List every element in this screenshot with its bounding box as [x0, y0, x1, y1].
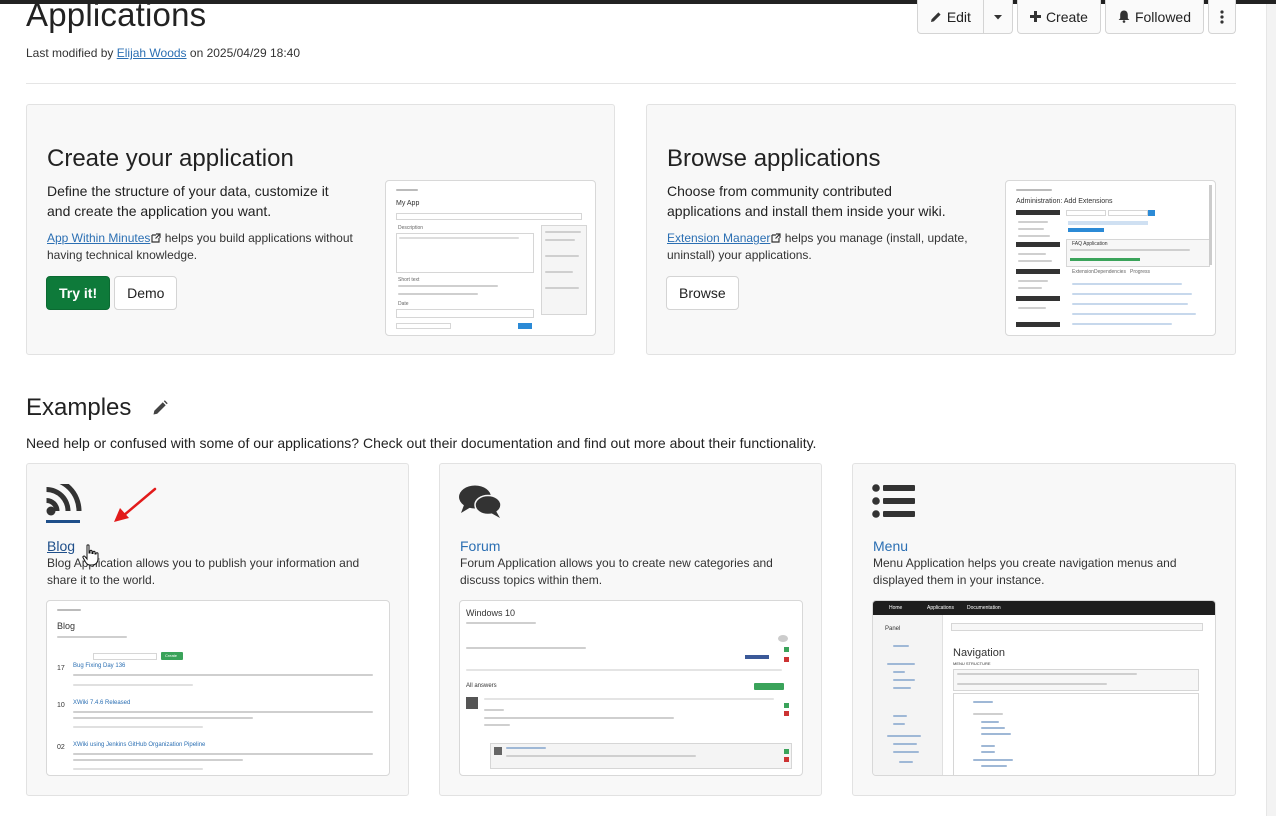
- comments-icon: [459, 485, 502, 518]
- shot-tab: Progress: [1130, 269, 1151, 275]
- shot-title: Blog: [57, 621, 76, 631]
- menu-description: Menu Application helps you create naviga…: [873, 556, 1177, 587]
- list-icon: [872, 484, 915, 518]
- browse-panel-title: Browse applications: [667, 145, 881, 172]
- shot-date: 10: [57, 702, 65, 709]
- edit-dropdown-button[interactable]: [983, 0, 1013, 34]
- bell-icon: [1118, 10, 1130, 23]
- browse-panel-description: Choose from community contributed applic…: [667, 183, 946, 219]
- forum-link[interactable]: Forum: [460, 538, 500, 554]
- edit-label: Edit: [946, 8, 971, 25]
- examples-title: Examples: [26, 394, 132, 421]
- shot-title: Navigation: [953, 647, 1005, 659]
- shot-entry: FAQ Application: [1072, 241, 1108, 247]
- forum-screenshot: Windows 10 All answers: [459, 600, 803, 776]
- shot-item: Description: [398, 225, 424, 231]
- extension-manager-link[interactable]: Extension Manager: [667, 231, 770, 245]
- pencil-icon: [930, 11, 941, 22]
- create-application-panel: Create your application Define the struc…: [26, 104, 615, 355]
- modified-user-link[interactable]: Elijah Woods: [117, 46, 187, 60]
- shot-post: XWiki 7.4.6 Released: [73, 700, 131, 706]
- shot-date: 17: [57, 665, 65, 672]
- last-modified: Last modified by Elijah Woods on 2025/04…: [26, 46, 300, 60]
- followed-button[interactable]: Followed: [1104, 0, 1204, 34]
- app-within-minutes-link[interactable]: App Within Minutes: [47, 231, 150, 245]
- external-link-icon: [771, 233, 782, 243]
- hand-cursor-icon: [82, 544, 99, 566]
- page-actions: Edit Create Followed: [916, 0, 1236, 34]
- shot-nav: Documentation: [967, 605, 1001, 611]
- shot-nav: Home: [889, 605, 903, 611]
- shot-answers: All answers: [466, 683, 497, 689]
- rss-icon: [46, 484, 82, 523]
- browse-panel-buttons: Browse: [666, 276, 739, 310]
- try-it-button[interactable]: Try it!: [46, 276, 111, 310]
- modified-prefix: Last modified by: [26, 46, 114, 60]
- forum-description: Forum Application allows you to create n…: [460, 556, 773, 587]
- example-card-blog: Blog Blog Application allows you to publ…: [26, 463, 409, 796]
- shot-tab: Extension: [1072, 269, 1094, 275]
- demo-button[interactable]: Demo: [114, 276, 178, 310]
- shot-create: Create: [165, 653, 178, 658]
- shot-item: Date: [398, 301, 409, 307]
- menu-screenshot: Home Applications Documentation Panel Na…: [872, 600, 1216, 776]
- shot-nav: Applications: [927, 605, 954, 611]
- create-panel-title: Create your application: [47, 145, 294, 172]
- examples-description: Need help or confused with some of our a…: [26, 435, 817, 451]
- shot-title: My App: [396, 200, 420, 207]
- edit-group: Edit: [916, 0, 1013, 34]
- browse-panel-subtext: Extension Manager helps you manage (inst…: [667, 230, 977, 264]
- edit-button[interactable]: Edit: [916, 0, 984, 34]
- blog-link[interactable]: Blog: [47, 538, 75, 554]
- plus-icon: [1029, 11, 1041, 22]
- external-link-icon: [151, 233, 161, 243]
- shot-date: 02: [57, 744, 65, 751]
- edit-section-icon[interactable]: [152, 400, 168, 416]
- blog-screenshot: Blog Create 17 Bug Fixing Day 136 10 XWi…: [46, 600, 390, 776]
- shot-title: Administration: Add Extensions: [1016, 198, 1113, 205]
- scrollbar[interactable]: [1266, 4, 1276, 816]
- create-panel-buttons: Try it! Demo: [46, 276, 178, 310]
- shot-panel: Panel: [885, 626, 901, 632]
- shot-post: XWiki using Jenkins GitHub Organization …: [73, 742, 206, 748]
- shot-post: Bug Fixing Day 136: [73, 663, 126, 669]
- example-card-forum: Forum Forum Application allows you to cr…: [439, 463, 822, 796]
- example-card-menu: Menu Menu Application helps you create n…: [852, 463, 1236, 796]
- browse-button[interactable]: Browse: [666, 276, 739, 310]
- create-panel-subtext: App Within Minutes helps you build appli…: [47, 230, 367, 264]
- shot-structure: MENU STRUCTURE: [953, 661, 991, 666]
- followed-label: Followed: [1134, 8, 1191, 25]
- create-label: Create: [1045, 8, 1088, 25]
- page-title: Applications: [26, 0, 207, 33]
- app-within-minutes-screenshot: My App Description Short text Date: [385, 180, 596, 336]
- shot-item: Short text: [398, 277, 420, 283]
- browse-applications-panel: Browse applications Choose from communit…: [646, 104, 1236, 355]
- divider: [26, 83, 1236, 84]
- create-panel-description: Define the structure of your data, custo…: [47, 183, 329, 219]
- annotation-arrow: [114, 487, 157, 522]
- extension-manager-screenshot: Administration: Add Extensions FAQ Appli…: [1005, 180, 1216, 336]
- create-button[interactable]: Create: [1016, 0, 1101, 34]
- menu-link[interactable]: Menu: [873, 538, 908, 554]
- shot-title: Windows 10: [466, 608, 516, 618]
- modified-suffix: on 2025/04/29 18:40: [189, 46, 301, 60]
- more-actions-button[interactable]: [1208, 0, 1236, 34]
- shot-tab: Dependencies: [1094, 269, 1126, 275]
- more-vertical-icon: [1220, 9, 1224, 24]
- caret-down-icon: [993, 14, 1002, 19]
